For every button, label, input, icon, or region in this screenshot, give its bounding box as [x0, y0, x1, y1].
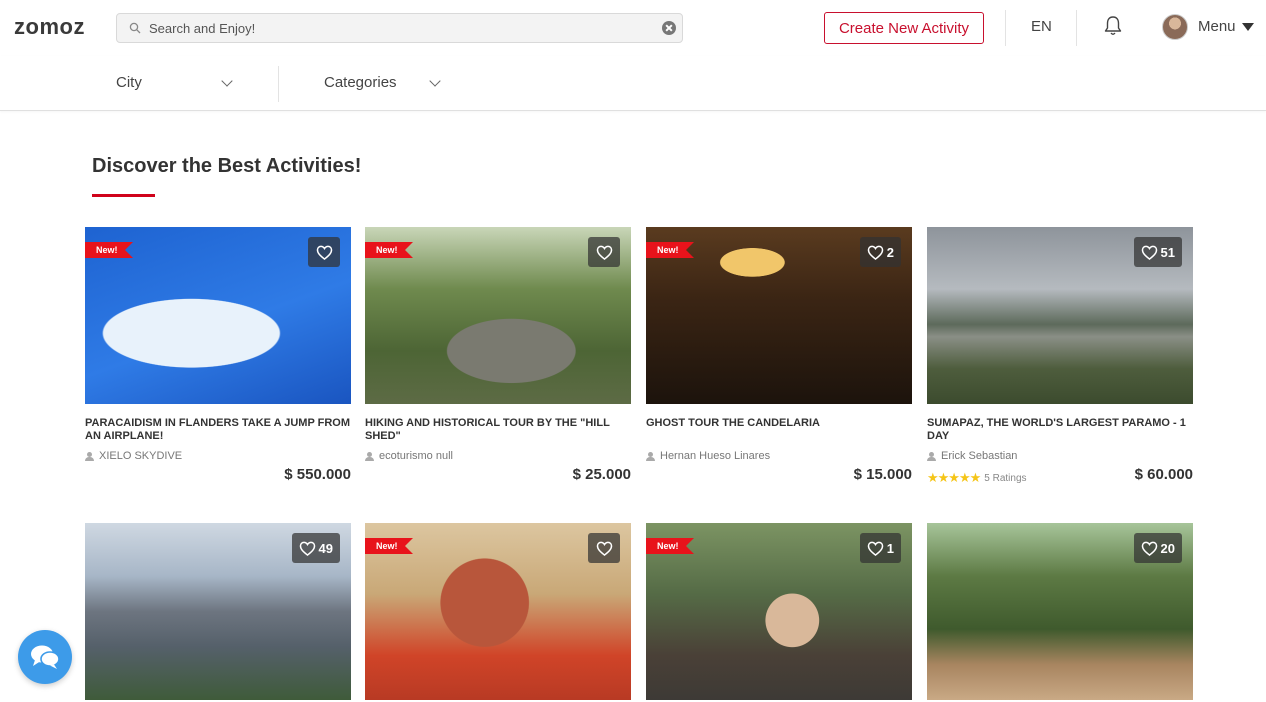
- chevron-down-icon[interactable]: [429, 75, 441, 87]
- new-badge: New!: [646, 242, 693, 258]
- activity-card[interactable]: New!: [365, 523, 631, 700]
- favorite-button[interactable]: [588, 237, 620, 267]
- chat-bubbles-icon: [31, 645, 60, 669]
- favorite-button[interactable]: 2: [859, 237, 901, 267]
- city-filter[interactable]: City: [116, 74, 142, 91]
- chevron-down-icon[interactable]: [221, 75, 233, 87]
- card-footer: ★★★★★ 5 Ratings $ 60.000: [927, 463, 1193, 485]
- favorite-button[interactable]: [308, 237, 340, 267]
- chat-button[interactable]: [18, 630, 72, 684]
- activity-title[interactable]: PARACAIDISM IN FLANDERS TAKE A JUMP FROM…: [85, 417, 351, 443]
- heart-icon: [867, 541, 884, 556]
- favorite-button[interactable]: 20: [1133, 533, 1182, 563]
- heart-icon: [1141, 541, 1157, 556]
- heart-icon: [1141, 245, 1157, 260]
- search-input[interactable]: [149, 18, 659, 38]
- user-menu[interactable]: Menu: [1198, 18, 1254, 35]
- divider: [1005, 10, 1006, 46]
- activity-card[interactable]: New! HIKING AND HISTORICAL TOUR BY THE "…: [365, 227, 631, 485]
- activity-card[interactable]: New! 1: [646, 523, 912, 700]
- host-name: XIELO SKYDIVE: [99, 450, 183, 462]
- activity-title[interactable]: HIKING AND HISTORICAL TOUR BY THE "HILL …: [365, 417, 631, 443]
- card-footer: $ 550.000: [85, 463, 351, 485]
- activity-host: Erick Sebastian: [927, 450, 1193, 462]
- activity-card[interactable]: 51 SUMAPAZ, THE WORLD'S LARGEST PARAMO - …: [927, 227, 1193, 485]
- activity-card[interactable]: New! 2 GHOST TOUR THE CANDELARIA Hernan Hu…: [646, 227, 912, 485]
- activity-price: $ 15.000: [853, 466, 912, 483]
- activity-host: ecoturismo null: [365, 450, 631, 462]
- activity-title[interactable]: SUMAPAZ, THE WORLD'S LARGEST PARAMO - 1 …: [927, 417, 1193, 443]
- new-badge: New!: [365, 538, 412, 554]
- person-icon: [646, 451, 655, 461]
- activity-image[interactable]: New!: [85, 227, 351, 404]
- favorite-button[interactable]: [588, 533, 620, 563]
- likes-count: 1: [886, 540, 894, 556]
- activity-image[interactable]: 49: [85, 523, 351, 700]
- favorite-button[interactable]: 51: [1133, 237, 1182, 267]
- filter-bar: City Categories: [0, 56, 1266, 111]
- heart-icon: [299, 541, 315, 556]
- host-name: Hernan Hueso Linares: [660, 450, 771, 462]
- logo[interactable]: zomoz: [14, 14, 85, 40]
- rating-count: 5 Ratings: [984, 472, 1027, 484]
- activity-host: XIELO SKYDIVE: [85, 450, 351, 462]
- divider: [278, 66, 279, 102]
- new-badge: New!: [85, 242, 132, 258]
- card-footer: $ 25.000: [365, 463, 631, 485]
- favorite-button[interactable]: 49: [291, 533, 340, 563]
- activity-card[interactable]: 20: [927, 523, 1193, 700]
- city-filter-label: City: [116, 74, 142, 91]
- clear-search-icon[interactable]: [662, 21, 676, 35]
- heart-icon: [596, 245, 612, 260]
- language-selector[interactable]: EN: [1031, 18, 1052, 35]
- card-footer: $ 15.000: [646, 463, 912, 485]
- activity-title[interactable]: GHOST TOUR THE CANDELARIA: [646, 417, 912, 443]
- rating: ★★★★★ 5 Ratings: [927, 470, 1027, 486]
- create-new-activity-button[interactable]: Create New Activity: [824, 12, 984, 44]
- person-icon: [85, 451, 94, 461]
- activity-image[interactable]: New! 2: [646, 227, 912, 404]
- person-icon: [365, 451, 374, 461]
- activity-host: Hernan Hueso Linares: [646, 450, 912, 462]
- menu-label: Menu: [1198, 18, 1236, 35]
- divider: [1076, 10, 1077, 46]
- new-badge: New!: [646, 538, 693, 554]
- search-icon: [129, 22, 141, 34]
- activity-image[interactable]: New!: [365, 523, 631, 700]
- host-name: Erick Sebastian: [941, 450, 1018, 462]
- activity-card[interactable]: 49: [85, 523, 351, 700]
- activity-price: $ 25.000: [572, 466, 631, 483]
- likes-count: 2: [886, 244, 894, 260]
- activity-price: $ 550.000: [284, 466, 351, 483]
- likes-count: 20: [1160, 540, 1175, 556]
- activity-card[interactable]: New! PARACAIDISM IN FLANDERS TAKE A JUMP…: [85, 227, 351, 485]
- likes-count: 51: [1160, 244, 1175, 260]
- title-underline: [92, 194, 155, 197]
- caret-down-icon: [1241, 22, 1254, 31]
- activity-price: $ 60.000: [1134, 466, 1193, 483]
- categories-filter[interactable]: Categories: [324, 74, 397, 91]
- host-name: ecoturismo null: [379, 450, 453, 462]
- heart-icon: [596, 541, 612, 556]
- top-navbar: zomoz Create New Activity EN Menu: [0, 0, 1266, 56]
- activity-image[interactable]: New! 1: [646, 523, 912, 700]
- section-title: Discover the Best Activities!: [92, 155, 362, 177]
- activity-image[interactable]: 51: [927, 227, 1193, 404]
- user-avatar[interactable]: [1162, 14, 1188, 40]
- person-icon: [927, 451, 936, 461]
- favorite-button[interactable]: 1: [859, 533, 901, 563]
- activity-image[interactable]: 20: [927, 523, 1193, 700]
- new-badge: New!: [365, 242, 412, 258]
- activity-image[interactable]: New!: [365, 227, 631, 404]
- categories-filter-label: Categories: [324, 74, 397, 91]
- search-bar[interactable]: [116, 13, 683, 43]
- notifications-bell-icon[interactable]: [1102, 15, 1124, 37]
- star-rating-icon: ★★★★★: [927, 470, 981, 485]
- likes-count: 49: [318, 540, 333, 556]
- heart-icon: [867, 245, 884, 260]
- heart-icon: [316, 245, 332, 260]
